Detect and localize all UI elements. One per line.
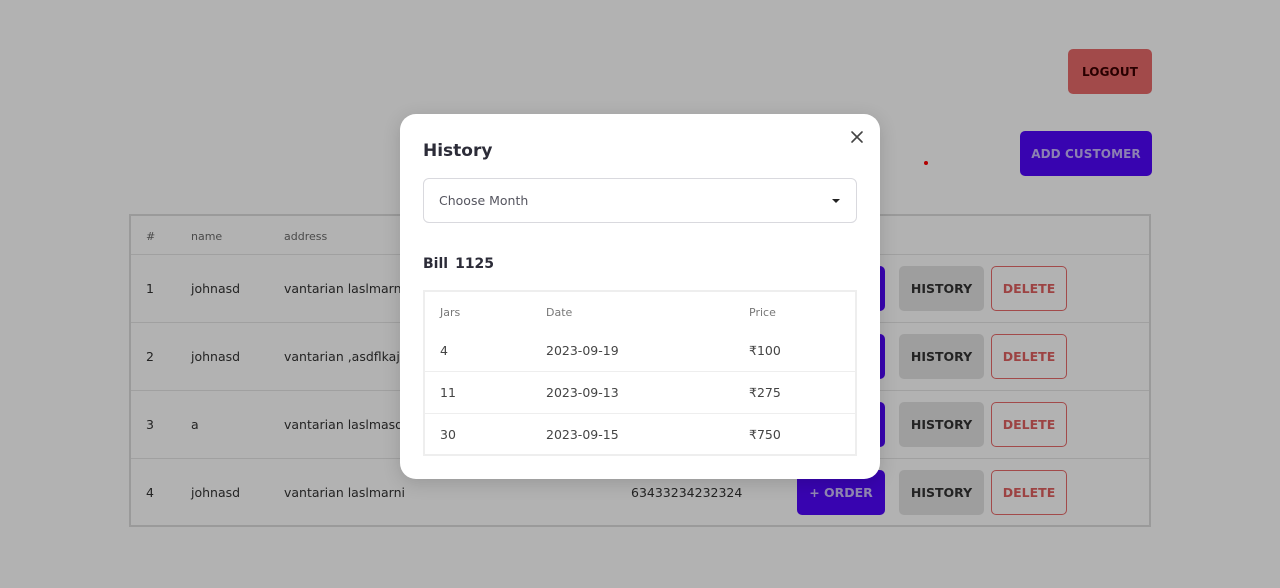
history-modal: History Choose Month Bill 1125 Jars Date … [400,114,880,479]
history-jars: 30 [440,427,456,442]
column-header-jars: Jars [440,306,461,319]
history-row: 4 2023-09-19 ₹100 [425,330,855,372]
history-jars: 4 [440,343,448,358]
history-jars: 11 [440,385,456,400]
close-icon[interactable] [848,128,866,146]
history-table-header: Jars Date Price [425,292,855,332]
column-header-date: Date [546,306,573,319]
history-table: Jars Date Price 4 2023-09-19 ₹100 11 202… [423,290,857,456]
column-header-price: Price [749,306,776,319]
history-date: 2023-09-19 [546,343,619,358]
history-price: ₹750 [749,427,781,442]
bill-label: Bill [423,256,449,272]
month-select-value: Choose Month [439,193,529,208]
history-row: 30 2023-09-15 ₹750 [425,414,855,456]
history-row: 11 2023-09-13 ₹275 [425,372,855,414]
history-price: ₹100 [749,343,781,358]
history-date: 2023-09-15 [546,427,619,442]
month-select[interactable]: Choose Month [423,178,857,223]
bill-total: Bill 1125 [423,256,501,272]
history-price: ₹275 [749,385,781,400]
bill-amount: 1125 [455,256,495,272]
modal-title: History [423,141,493,161]
caret-down-icon [832,199,840,203]
history-date: 2023-09-13 [546,385,619,400]
